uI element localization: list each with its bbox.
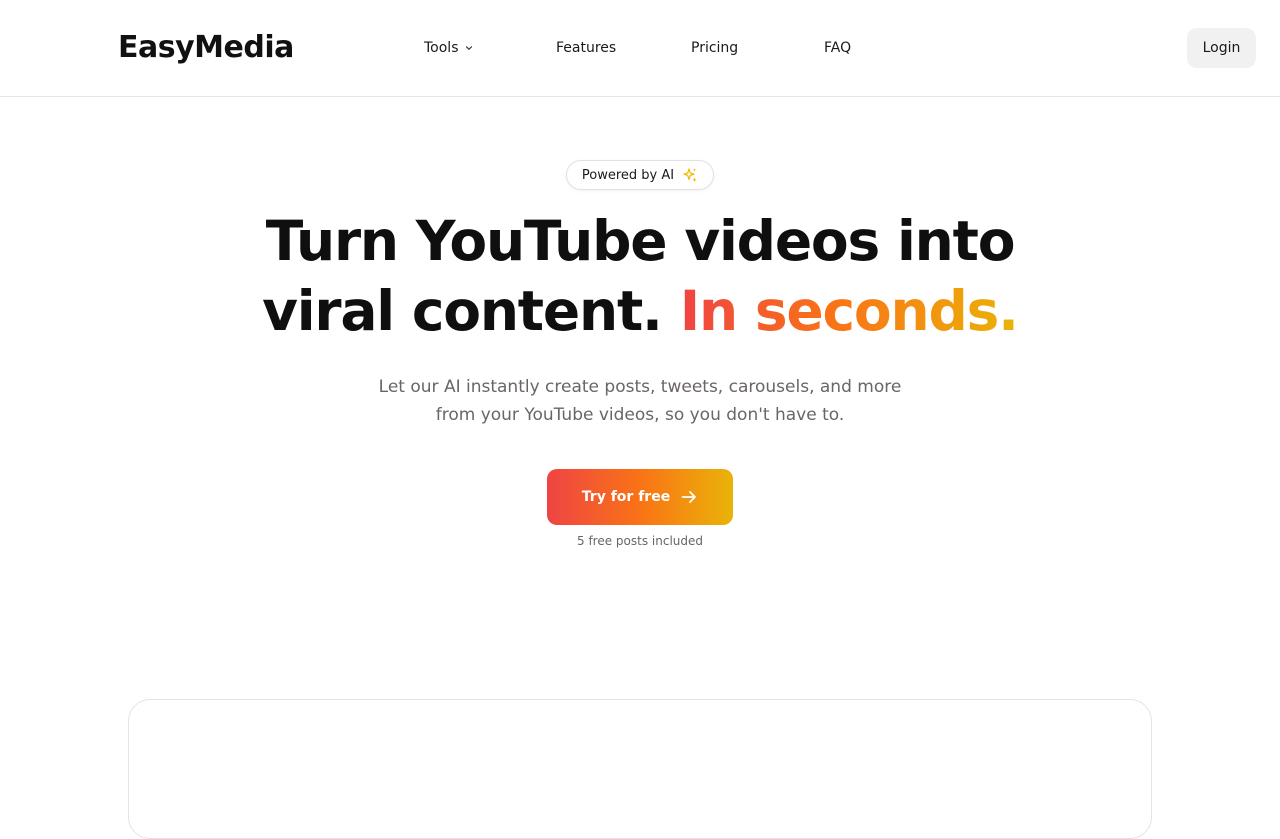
badge-label: Powered by AI	[581, 167, 675, 183]
preview-card	[128, 699, 1152, 839]
sparkle-icon	[683, 168, 697, 183]
subtext-line-1: Let our AI instantly create posts, tweet…	[378, 377, 902, 397]
headline-plain: viral content.	[262, 279, 680, 343]
hero-subtext: Let our AI instantly create posts, tweet…	[0, 373, 1280, 429]
login-button[interactable]: Login	[1187, 28, 1256, 68]
free-posts-note: 5 free posts included	[577, 534, 703, 548]
arrow-right-icon	[681, 491, 697, 503]
nav-tools[interactable]: Tools	[424, 38, 473, 58]
chevron-down-icon	[465, 46, 472, 50]
nav-pricing[interactable]: Pricing	[691, 38, 738, 58]
nav-tools-label: Tools	[424, 40, 459, 56]
hero-headline: Turn YouTube videos into viral content. …	[0, 206, 1280, 346]
cta-label: Try for free	[581, 489, 671, 505]
headline-line-1: Turn YouTube videos into	[265, 209, 1016, 273]
try-for-free-button[interactable]: Try for free	[547, 469, 733, 525]
site-header: EasyMedia Tools Features Pricing FAQ Log…	[0, 0, 1280, 97]
headline-line-2: viral content. In seconds.	[0, 276, 1280, 346]
logo[interactable]: EasyMedia	[118, 29, 294, 67]
powered-by-ai-badge: Powered by AI	[566, 160, 714, 190]
nav-faq[interactable]: FAQ	[824, 38, 851, 58]
headline-accent: In seconds.	[679, 279, 1019, 343]
subtext-line-2: from your YouTube videos, so you don't h…	[435, 405, 845, 425]
nav-features[interactable]: Features	[556, 38, 616, 58]
